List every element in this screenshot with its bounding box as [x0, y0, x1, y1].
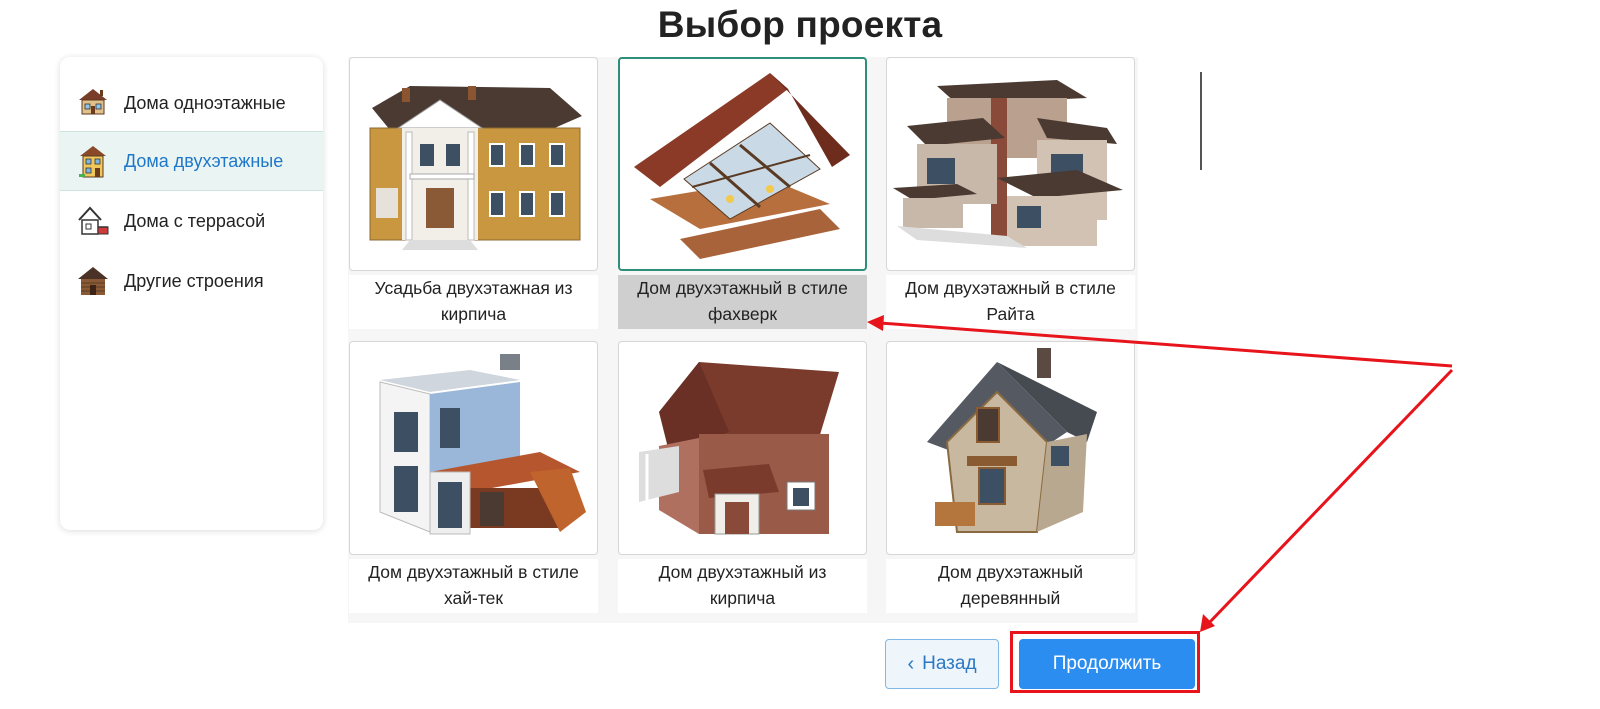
project-card-wooden[interactable]: Дом двухэтажный деревянный [886, 341, 1135, 621]
project-caption: Дом двухэтажный в стиле хай-тек [349, 559, 598, 613]
wooden-house-image [886, 341, 1135, 555]
sidebar-item-label: Дома одноэтажные [124, 92, 286, 113]
hi-tech-house-image [349, 341, 598, 555]
one-story-house-icon [79, 89, 107, 115]
back-button[interactable]: ‹ Назад [885, 639, 999, 689]
page-title: Выбор проекта [657, 4, 943, 45]
project-caption: Дом двухэтажный деревянный [886, 559, 1135, 613]
project-caption: Дом двухэтажный в стиле фахверк [618, 275, 867, 329]
sidebar-item-two-story[interactable]: Дома двухэтажные [60, 131, 323, 191]
sidebar-item-other[interactable]: Другие строения [60, 251, 323, 311]
project-card-hi-tech[interactable]: Дом двухэтажный в стиле хай-тек [349, 341, 598, 621]
project-gallery: Усадьба двухэтажная из кирпича Дом двухэ… [348, 57, 1138, 623]
project-card-manor[interactable]: Усадьба двухэтажная из кирпича [349, 57, 598, 337]
two-story-house-icon [79, 146, 106, 178]
terrace-house-icon [78, 206, 109, 235]
project-caption: Усадьба двухэтажная из кирпича [349, 275, 598, 329]
project-card-brick[interactable]: Дом двухэтажный из кирпича [618, 341, 867, 621]
brick-house-image [618, 341, 867, 555]
log-cabin-icon [78, 267, 108, 295]
sidebar-item-label: Дома с террасой [124, 210, 266, 231]
back-button-label: Назад [922, 653, 977, 674]
project-caption: Дом двухэтажный в стиле Райта [886, 275, 1135, 329]
fachwerk-house-image [618, 57, 867, 271]
sidebar-item-one-story[interactable]: Дома одноэтажные [60, 73, 323, 133]
project-caption: Дом двухэтажный из кирпича [618, 559, 867, 613]
annotation-arrow-to-continue [1206, 368, 1454, 626]
sidebar-item-label: Другие строения [124, 270, 264, 291]
sidebar-item-terrace[interactable]: Дома с террасой [60, 191, 323, 251]
wright-style-house-image [886, 57, 1135, 271]
scrollbar[interactable] [1200, 72, 1202, 170]
project-card-wright[interactable]: Дом двухэтажный в стиле Райта [886, 57, 1135, 337]
project-card-fachwerk[interactable]: Дом двухэтажный в стиле фахверк [618, 57, 867, 337]
continue-button[interactable]: Продолжить [1019, 639, 1195, 689]
sidebar-item-label: Дома двухэтажные [124, 150, 284, 171]
manor-house-image [349, 57, 598, 271]
arrowhead-icon [1200, 614, 1215, 632]
chevron-left-icon: ‹ [907, 652, 915, 675]
category-sidebar: Дома одноэтажные Дома двухэтажные Дома с… [60, 57, 323, 530]
